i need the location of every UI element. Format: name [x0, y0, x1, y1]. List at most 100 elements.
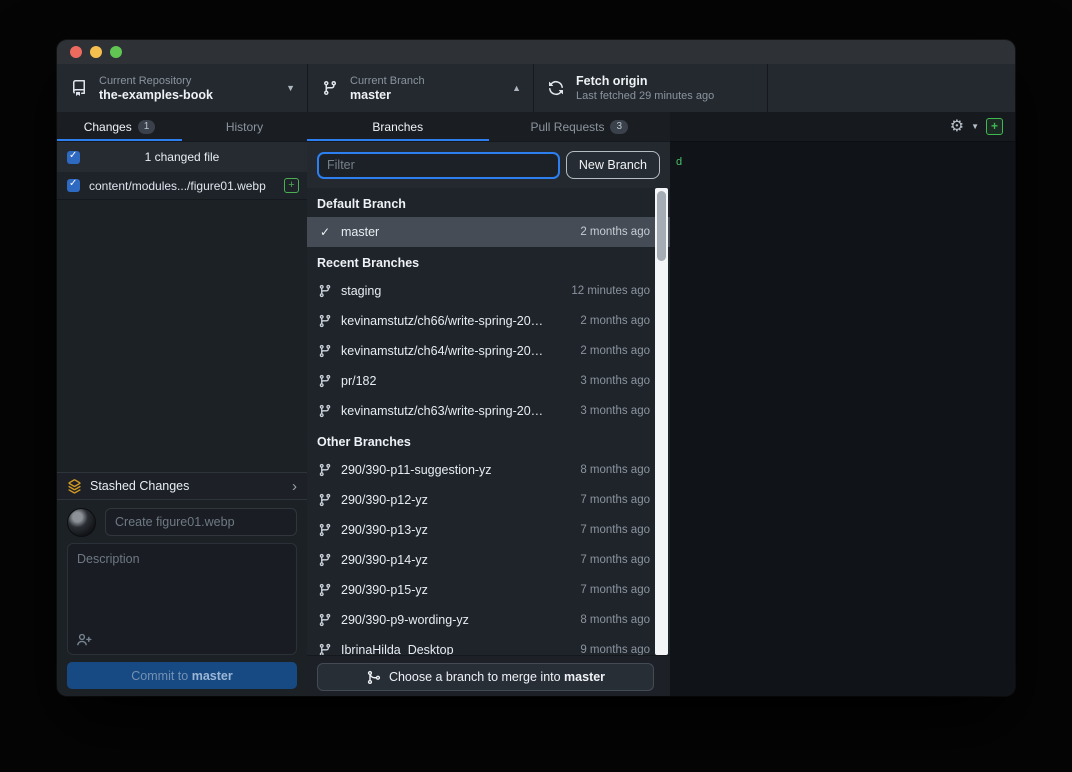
branch-item[interactable]: 290/390-p14-yz7 months ago: [307, 545, 670, 575]
main-content: Changes 1 History 1 changed file content…: [57, 112, 1015, 696]
branch-last-updated: 7 months ago: [580, 584, 650, 596]
branch-section-header: Other Branches: [307, 426, 670, 455]
changes-count-badge: 1: [138, 120, 156, 134]
branch-item[interactable]: 290/390-p13-yz7 months ago: [307, 515, 670, 545]
tab-changes[interactable]: Changes 1: [57, 112, 182, 141]
toolbar-divider: [767, 64, 768, 112]
commit-description-box: [67, 543, 297, 655]
current-branch-value: master: [350, 88, 500, 103]
sync-icon: [548, 80, 564, 96]
branch-section-header: Default Branch: [307, 188, 670, 217]
branch-item[interactable]: kevinamstutz/ch64/write-spring-20…2 mont…: [307, 336, 670, 366]
add-coauthor-icon[interactable]: [76, 632, 92, 648]
branch-item[interactable]: 290/390-p9-wording-yz 8 months ago: [307, 605, 670, 635]
include-all-checkbox[interactable]: [67, 151, 80, 164]
branch-item[interactable]: kevinamstutz/ch63/write-spring-20… 3 mont…: [307, 396, 670, 426]
branch-item[interactable]: IbrinaHilda_Desktop 9 months ago: [307, 635, 670, 655]
branch-item[interactable]: 290/390-p12-yz 7 months ago: [307, 485, 670, 515]
branch-last-updated: 7 months ago: [580, 554, 650, 566]
chevron-down-icon: ▼: [286, 83, 295, 93]
branch-last-updated: 3 months ago: [580, 405, 650, 417]
github-desktop-window: Current Repository the-examples-book ▼ C…: [57, 40, 1015, 696]
tab-history-label: History: [226, 120, 263, 134]
changes-sidebar: Changes 1 History 1 changed file content…: [57, 112, 307, 696]
close-window-button[interactable]: [70, 46, 82, 58]
changed-files-summary-row: 1 changed file: [57, 142, 307, 172]
diff-text-fragment: d: [676, 156, 682, 168]
branch-last-updated: 2 months ago: [580, 345, 650, 357]
git-branch-icon: [317, 523, 333, 537]
pull-requests-count-badge: 3: [610, 120, 628, 134]
branch-name: staging: [341, 284, 561, 298]
current-repository-label: Current Repository: [99, 74, 274, 88]
choose-branch-to-merge-button[interactable]: Choose a branch to merge into master: [317, 663, 654, 691]
merge-button-branch: master: [564, 670, 605, 684]
current-branch-label: Current Branch: [350, 74, 500, 88]
tab-pull-requests-label: Pull Requests: [530, 120, 604, 134]
branch-name: kevinamstutz/ch63/write-spring-20…: [341, 404, 570, 418]
branch-last-updated: 8 months ago: [580, 464, 650, 476]
branch-list-scrollbar[interactable]: [655, 188, 668, 655]
fetch-origin-button[interactable]: Fetch origin Last fetched 29 minutes ago: [534, 64, 767, 112]
commit-description-input[interactable]: [68, 544, 296, 624]
zoom-window-button[interactable]: [110, 46, 122, 58]
branch-filter-input[interactable]: [317, 152, 560, 179]
branch-filter-strip: New Branch: [307, 142, 670, 188]
tab-history[interactable]: History: [182, 112, 307, 141]
branch-last-updated: 12 minutes ago: [571, 285, 650, 297]
branch-section-header: Recent Branches: [307, 247, 670, 276]
toolbar: Current Repository the-examples-book ▼ C…: [57, 64, 1015, 113]
branch-name: 290/390-p9-wording-yz: [341, 613, 570, 627]
changed-file-row[interactable]: content/modules.../figure01.webp +: [57, 172, 307, 200]
tab-branches-label: Branches: [372, 120, 423, 134]
new-branch-button[interactable]: New Branch: [566, 151, 660, 179]
git-branch-icon: [317, 643, 333, 655]
commit-button-branch: master: [192, 669, 233, 683]
branch-name: 290/390-p12-yz: [341, 493, 570, 507]
commit-summary-input[interactable]: [105, 508, 297, 536]
scrollbar-thumb[interactable]: [657, 191, 666, 261]
diff-added-icon[interactable]: +: [986, 118, 1003, 135]
branch-name: master: [341, 225, 570, 239]
branch-item[interactable]: staging 12 minutes ago: [307, 276, 670, 306]
branch-last-updated: 9 months ago: [580, 644, 650, 655]
branch-item[interactable]: 290/390-p11-suggestion-yz8 months ago: [307, 455, 670, 485]
gear-icon[interactable]: ⚙: [950, 119, 964, 135]
branch-item[interactable]: kevinamstutz/ch66/write-spring-20…2 mont…: [307, 306, 670, 336]
chevron-right-icon: ›: [292, 478, 297, 495]
branch-last-updated: 7 months ago: [580, 494, 650, 506]
changed-files-summary-label: 1 changed file: [57, 150, 307, 164]
fetch-origin-sublabel: Last fetched 29 minutes ago: [576, 89, 767, 103]
commit-button[interactable]: Commit to master: [67, 662, 297, 689]
branch-last-updated: 7 months ago: [580, 524, 650, 536]
include-file-checkbox[interactable]: [67, 179, 80, 192]
minimize-window-button[interactable]: [90, 46, 102, 58]
git-branch-icon: [317, 344, 333, 358]
chevron-down-icon[interactable]: ▼: [971, 122, 979, 131]
branch-name: 290/390-p15-yz: [341, 583, 570, 597]
branch-last-updated: 8 months ago: [580, 614, 650, 626]
stack-icon: [67, 479, 82, 494]
git-branch-icon: [317, 374, 333, 388]
diff-panel: ⚙ ▼ + d: [670, 112, 1015, 696]
stashed-changes-label: Stashed Changes: [90, 479, 292, 493]
current-branch-button[interactable]: Current Branch master ▲: [308, 64, 533, 112]
avatar: [67, 508, 96, 537]
branch-name: kevinamstutz/ch66/write-spring-20…: [341, 314, 570, 328]
git-branch-icon: [317, 284, 333, 298]
branch-item[interactable]: ✓master2 months ago: [307, 217, 670, 247]
tab-pull-requests[interactable]: Pull Requests 3: [489, 112, 671, 141]
merge-bar: Choose a branch to merge into master: [307, 655, 670, 696]
branch-item[interactable]: 290/390-p15-yz 7 months ago: [307, 575, 670, 605]
branch-item[interactable]: pr/1823 months ago: [307, 366, 670, 396]
branch-name: IbrinaHilda_Desktop: [341, 643, 570, 655]
fetch-origin-label: Fetch origin: [576, 74, 767, 89]
diff-options-header: ⚙ ▼ +: [670, 112, 1015, 142]
branches-foldout: Branches Pull Requests 3 New Branch Defa…: [307, 112, 670, 696]
tab-branches[interactable]: Branches: [307, 112, 489, 141]
current-repository-button[interactable]: Current Repository the-examples-book ▼: [57, 64, 307, 112]
repo-icon: [71, 80, 87, 96]
stashed-changes-row[interactable]: Stashed Changes ›: [57, 472, 307, 500]
branches-tabbar: Branches Pull Requests 3: [307, 112, 670, 142]
changed-file-path: content/modules.../figure01.webp: [89, 179, 280, 193]
